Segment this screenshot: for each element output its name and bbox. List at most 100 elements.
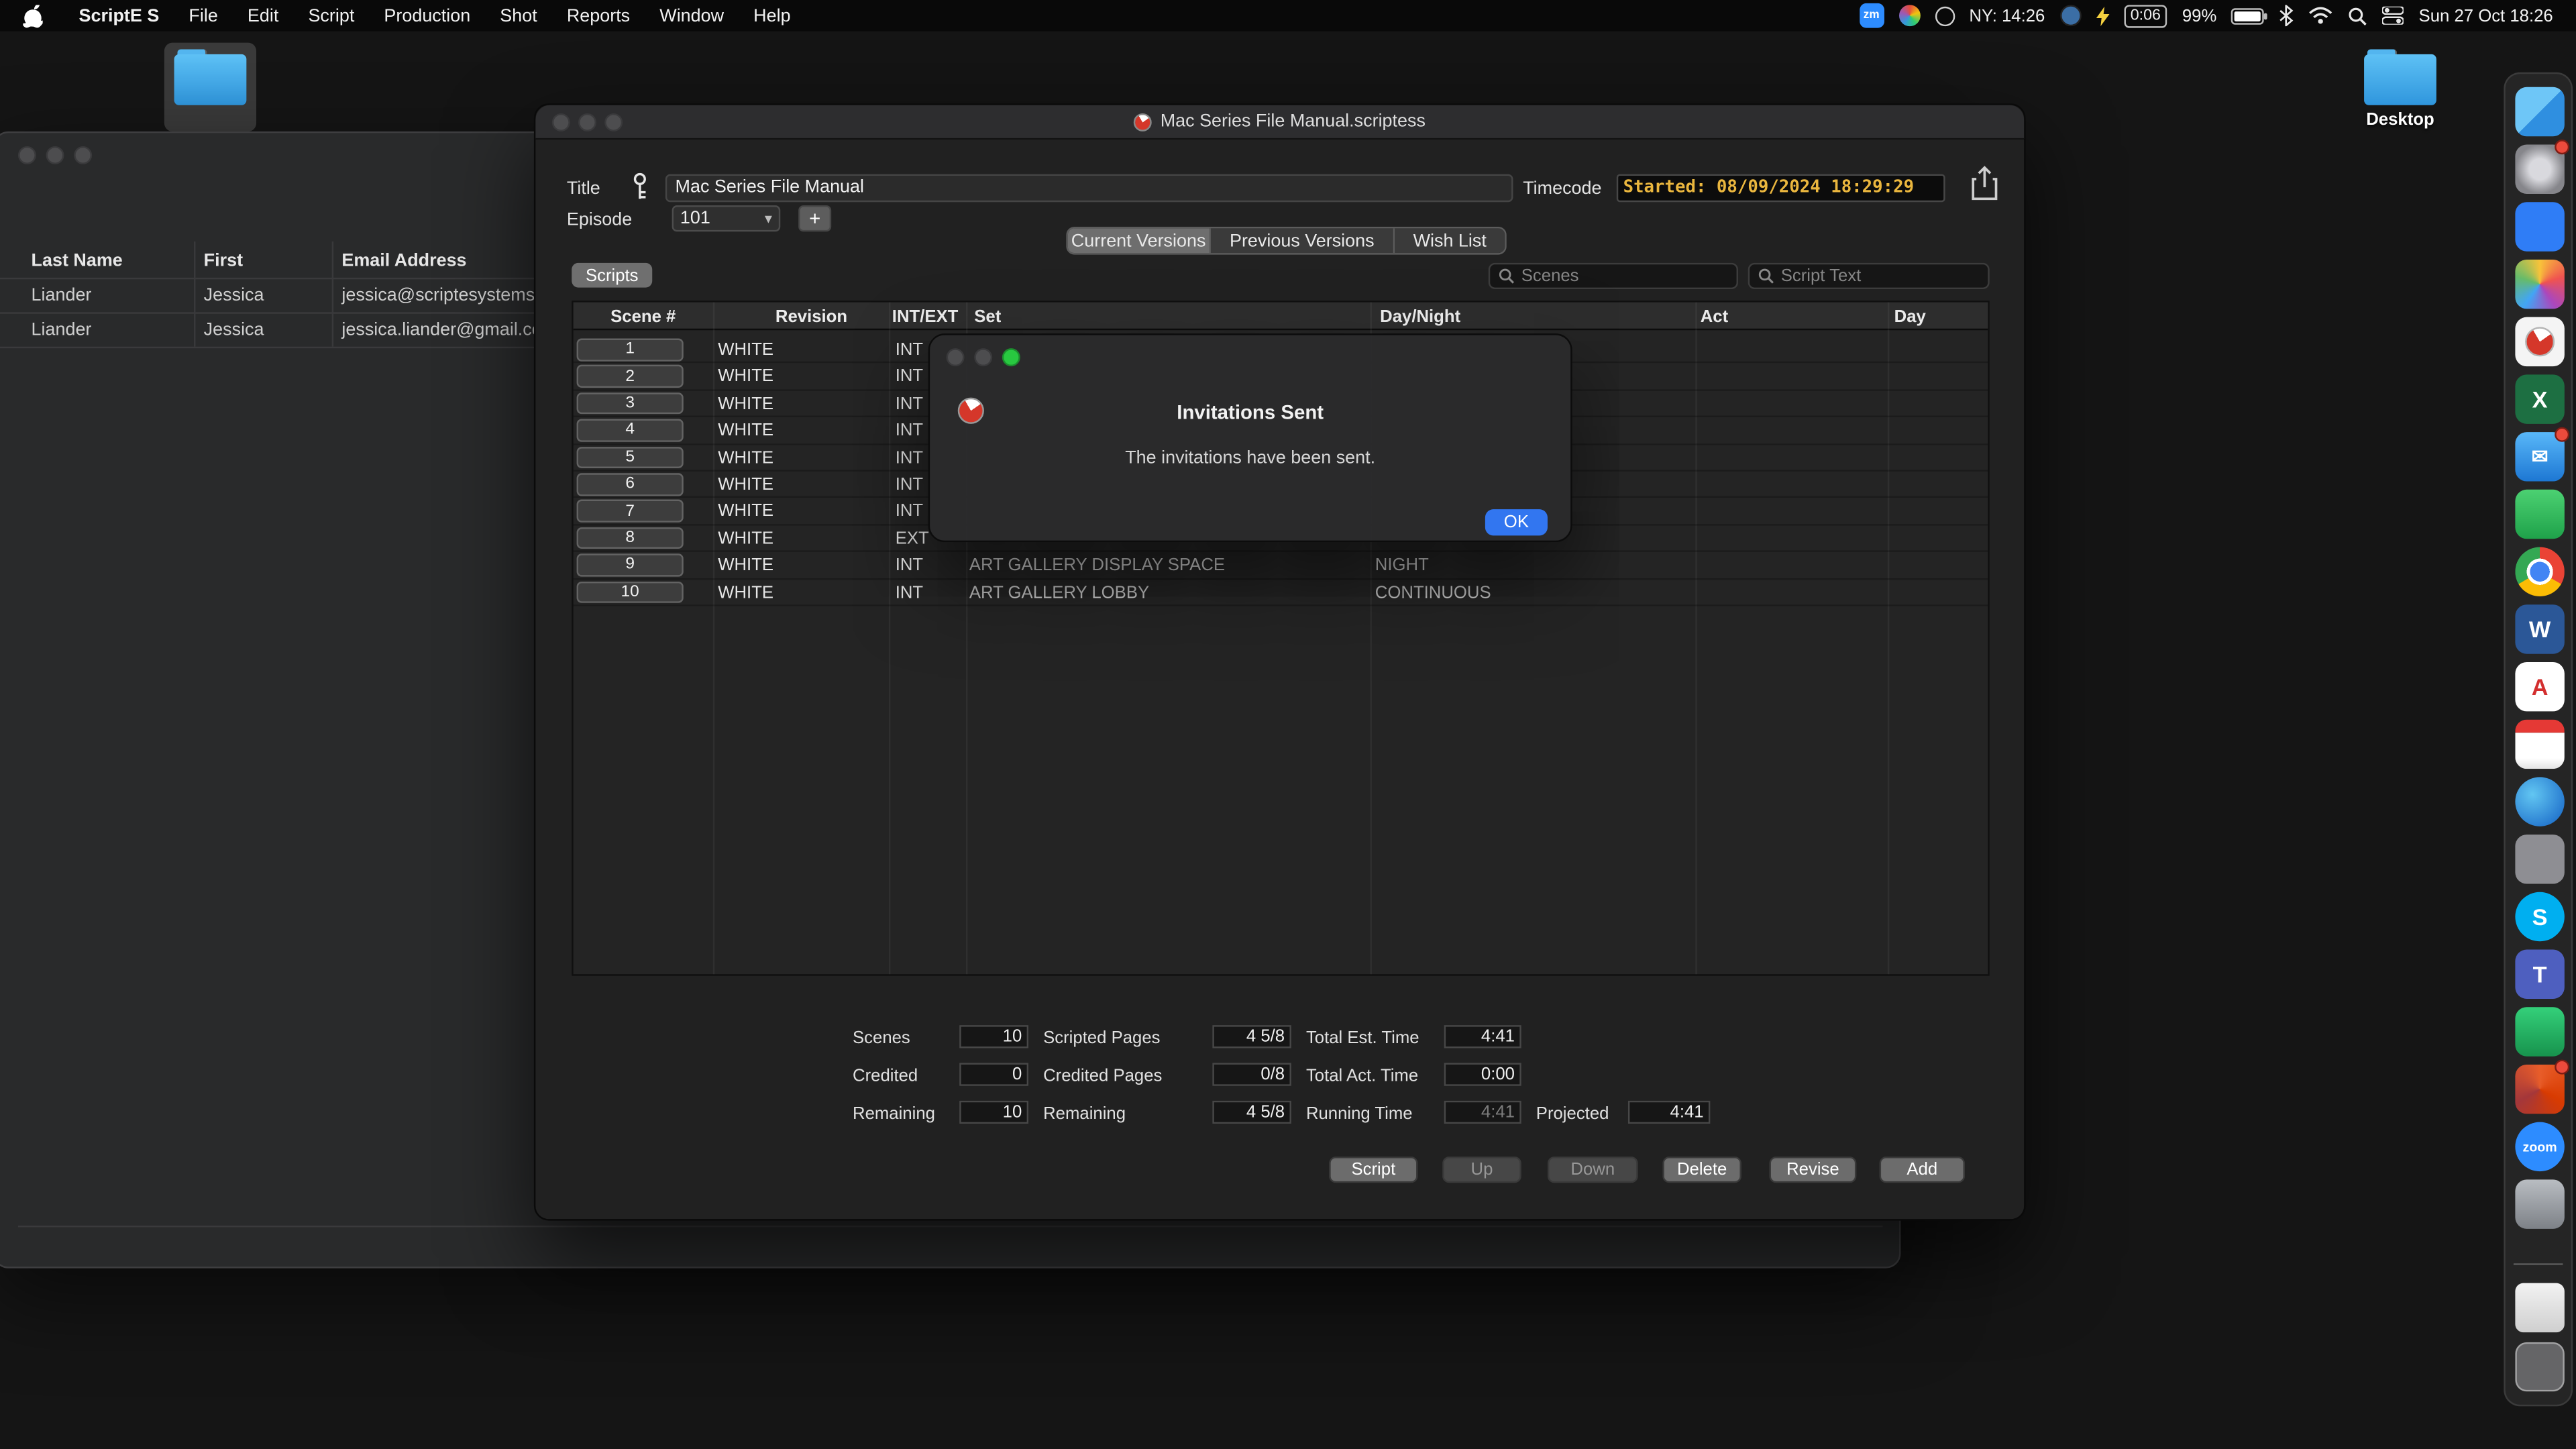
dock-icon-office[interactable] — [2515, 1065, 2564, 1114]
revise-button[interactable]: Revise — [1770, 1157, 1857, 1183]
episode-select[interactable]: 101 ▾ — [672, 205, 781, 231]
invitations-sent-dialog[interactable]: Invitations Sent The invitations have be… — [928, 333, 1572, 542]
dock-icon-safari[interactable] — [2515, 777, 2564, 826]
desktop-folder[interactable]: Desktop — [2357, 49, 2443, 129]
dock-icon-excel[interactable]: X — [2515, 374, 2564, 423]
dock-icon-zoom[interactable]: zoom — [2515, 1122, 2564, 1171]
col-day[interactable]: Day — [1894, 307, 1926, 327]
col-day-night[interactable]: Day/Night — [1380, 307, 1460, 327]
scene-number-chip[interactable]: 3 — [577, 392, 684, 415]
delete-button[interactable]: Delete — [1662, 1157, 1741, 1183]
scene-number-chip[interactable]: 10 — [577, 581, 684, 603]
tab-wish-list[interactable]: Wish List — [1395, 228, 1505, 253]
table-row[interactable]: 9 WHITE INT ART GALLERY DISPLAY SPACE NI… — [574, 552, 1988, 579]
table-row[interactable]: 10 WHITE INT ART GALLERY LOBBY CONTINUOU… — [574, 579, 1988, 606]
window-title-bar[interactable]: Mac Series File Manual.scriptess — [535, 105, 2024, 140]
menu-shot[interactable]: Shot — [500, 6, 537, 25]
dock-icon-trash[interactable] — [2515, 1342, 2564, 1391]
close-button[interactable] — [552, 113, 570, 131]
dock-icon-photos[interactable] — [2515, 260, 2564, 309]
bluetooth-icon[interactable] — [2279, 5, 2294, 26]
col-int-ext[interactable]: INT/EXT — [892, 307, 959, 327]
zoom-button[interactable] — [74, 146, 92, 164]
dock-icon-system-settings[interactable] — [2515, 145, 2564, 194]
menu-file[interactable]: File — [189, 6, 217, 25]
desktop-folder-selected[interactable] — [168, 49, 253, 105]
spotlight-search-icon[interactable] — [2348, 6, 2367, 25]
up-button[interactable]: Up — [1442, 1157, 1521, 1183]
dock-icon-finder[interactable] — [2515, 87, 2564, 136]
scripts-tab[interactable]: Scripts — [572, 263, 652, 288]
menu-reports[interactable]: Reports — [567, 6, 630, 25]
scene-number-chip[interactable]: 8 — [577, 527, 684, 549]
dock-icon-chrome[interactable] — [2515, 547, 2564, 596]
ny-time-status[interactable]: NY: 14:26 — [1969, 6, 2045, 25]
control-center-icon[interactable] — [2383, 7, 2404, 25]
menubar-clock[interactable]: Sun 27 Oct 18:26 — [2419, 6, 2553, 25]
add-button[interactable]: Add — [1880, 1157, 1965, 1183]
scene-number-chip[interactable]: 4 — [577, 419, 684, 441]
zoom-button[interactable] — [1002, 348, 1020, 366]
dock-icon-app-store[interactable] — [2515, 202, 2564, 251]
menu-edit[interactable]: Edit — [248, 6, 278, 25]
menu-production[interactable]: Production — [384, 6, 470, 25]
battery-icon[interactable] — [2231, 7, 2264, 23]
zoom-button[interactable] — [604, 113, 623, 131]
scene-number-chip[interactable]: 9 — [577, 554, 684, 576]
script-button[interactable]: Script — [1329, 1157, 1417, 1183]
dock-icon-word[interactable]: W — [2515, 604, 2564, 653]
tab-previous-versions[interactable]: Previous Versions — [1211, 228, 1395, 253]
timer-status[interactable]: 0:06 — [2124, 4, 2167, 27]
scene-number-chip[interactable]: 7 — [577, 500, 684, 522]
apple-menu-icon[interactable] — [23, 4, 42, 27]
share-icon[interactable] — [1968, 164, 2001, 204]
col-act[interactable]: Act — [1701, 307, 1728, 327]
dock-icon-canister[interactable] — [2515, 1283, 2564, 1332]
column-header-first[interactable]: First — [204, 252, 243, 271]
dock-icon-charts[interactable] — [2515, 1007, 2564, 1056]
dock-icon-teams[interactable]: T — [2515, 950, 2564, 999]
ok-button[interactable]: OK — [1485, 509, 1548, 535]
dock-icon-scripte[interactable] — [2515, 317, 2564, 366]
shield-status-icon[interactable] — [2059, 5, 2081, 26]
search-scenes-input[interactable]: Scenes — [1489, 263, 1738, 289]
total-act-time-label: Total Act. Time — [1306, 1066, 1418, 1085]
minimize-button[interactable] — [578, 113, 596, 131]
dock-icon-numbers[interactable] — [2515, 490, 2564, 539]
zoom-menubar-icon[interactable]: zm — [1859, 3, 1884, 28]
column-header-last-name[interactable]: Last Name — [32, 252, 123, 271]
wifi-icon[interactable] — [2308, 7, 2333, 25]
minimize-button[interactable] — [974, 348, 992, 366]
dock-icon-mail[interactable]: ✉ — [2515, 432, 2564, 481]
col-set[interactable]: Set — [974, 307, 1001, 327]
window-controls — [947, 348, 1020, 366]
column-header-email[interactable]: Email Address — [341, 252, 466, 271]
scene-number-chip[interactable]: 5 — [577, 446, 684, 468]
active-app-name[interactable]: ScriptE S — [79, 6, 160, 25]
progress-ring-icon[interactable] — [1935, 6, 1954, 25]
tab-current-versions[interactable]: Current Versions — [1068, 228, 1211, 253]
menu-help[interactable]: Help — [753, 6, 790, 25]
pinwheel-status-icon[interactable] — [1898, 5, 1920, 26]
dock-icon-remote-desktop[interactable] — [2515, 1179, 2564, 1228]
minimize-button[interactable] — [46, 146, 64, 164]
down-button[interactable]: Down — [1548, 1157, 1638, 1183]
close-button[interactable] — [947, 348, 965, 366]
dock-icon-calendar[interactable] — [2515, 720, 2564, 769]
title-input[interactable]: Mac Series File Manual — [665, 174, 1513, 203]
dock-icon-acrobat[interactable]: A — [2515, 662, 2564, 711]
scene-number-chip[interactable]: 1 — [577, 338, 684, 360]
dock-separator — [2514, 1263, 2563, 1265]
scene-number-chip[interactable]: 2 — [577, 366, 684, 388]
menu-script[interactable]: Script — [308, 6, 354, 25]
menu-window[interactable]: Window — [659, 6, 724, 25]
dock-icon-skype[interactable]: S — [2515, 892, 2564, 941]
close-button[interactable] — [18, 146, 36, 164]
scene-number-chip[interactable]: 6 — [577, 473, 684, 495]
scripte-main-window[interactable]: Mac Series File Manual.scriptess Title M… — [534, 103, 2026, 1220]
dock-icon-launchpad[interactable] — [2515, 835, 2564, 883]
col-scene-number[interactable]: Scene # — [574, 307, 713, 327]
col-revision[interactable]: Revision — [775, 307, 847, 327]
add-episode-button[interactable]: + — [798, 205, 831, 231]
search-script-text-input[interactable]: Script Text — [1748, 263, 1990, 289]
